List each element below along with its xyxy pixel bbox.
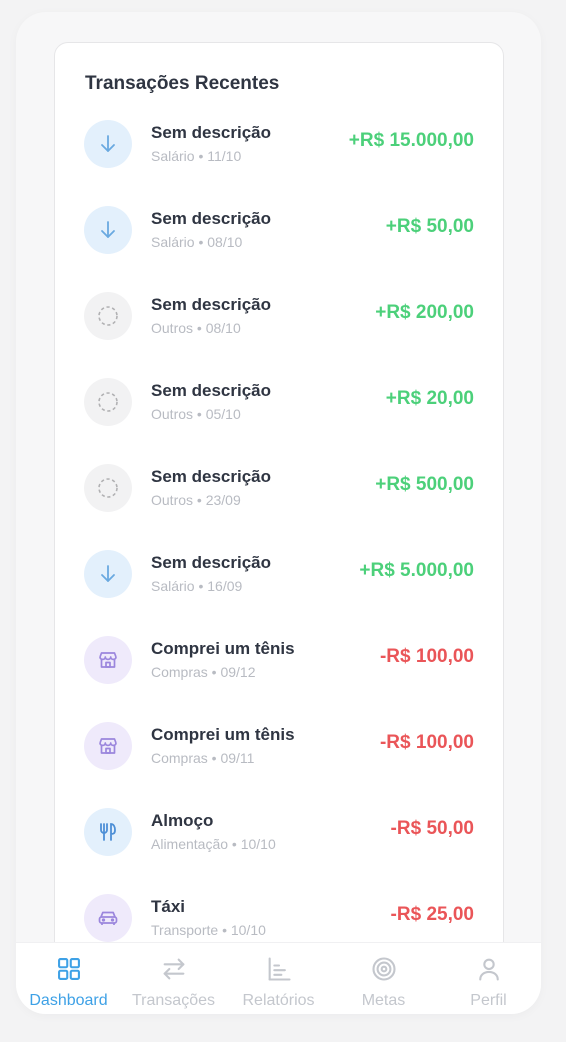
nav-item-transacoes[interactable]: Transações — [121, 943, 226, 1014]
nav-item-relatorios[interactable]: Relatórios — [226, 943, 331, 1014]
transfer-arrows-icon — [160, 955, 188, 988]
transaction-amount: +R$ 200,00 — [375, 302, 474, 323]
transaction-row[interactable]: Sem descrição Salário • 08/10 +R$ 50,00 — [55, 204, 503, 290]
store-icon — [84, 722, 132, 770]
app-screen: Transações Recentes Sem descrição Salário… — [16, 12, 541, 1014]
section-title: Transações Recentes — [85, 73, 280, 94]
transaction-row[interactable]: Comprei um tênis Compras • 09/12 -R$ 100,0… — [55, 634, 503, 720]
transaction-title: Sem descrição — [151, 123, 272, 142]
nav-item-dashboard[interactable]: Dashboard — [16, 943, 121, 1014]
transaction-subtitle: Salário • 08/10 — [151, 234, 243, 250]
transaction-amount: +R$ 50,00 — [385, 216, 474, 237]
nav-label: Perfil — [470, 992, 507, 1009]
target-icon — [370, 955, 398, 988]
nav-item-metas[interactable]: Metas — [331, 943, 436, 1014]
store-icon — [84, 636, 132, 684]
transaction-amount: +R$ 20,00 — [385, 388, 474, 409]
transaction-subtitle: Compras • 09/11 — [151, 750, 255, 766]
transaction-subtitle: Outros • 23/09 — [151, 492, 241, 508]
nav-item-perfil[interactable]: Perfil — [436, 943, 541, 1014]
transaction-subtitle: Transporte • 10/10 — [151, 922, 266, 938]
bar-chart-icon — [265, 955, 293, 988]
transaction-row[interactable]: Comprei um tênis Compras • 09/11 -R$ 100,0… — [55, 720, 503, 806]
transaction-title: Táxi — [151, 897, 186, 916]
recent-transactions-card: Transações Recentes Sem descrição Salário… — [54, 42, 504, 1014]
transaction-amount: +R$ 5.000,00 — [359, 560, 474, 581]
arrow-down-icon — [84, 206, 132, 254]
nav-label: Transações — [132, 992, 215, 1009]
transaction-list: Sem descrição Salário • 11/10 +R$ 15.000,0… — [55, 118, 503, 978]
transaction-amount: -R$ 25,00 — [390, 904, 474, 925]
arrow-down-icon — [84, 120, 132, 168]
nav-label: Metas — [361, 992, 406, 1009]
transaction-amount: -R$ 100,00 — [379, 732, 474, 753]
nav-label: Dashboard — [29, 992, 108, 1009]
transaction-row[interactable]: Sem descrição Outros • 23/09 +R$ 500,00 — [55, 462, 503, 548]
transaction-subtitle: Compras • 09/12 — [151, 664, 256, 680]
transaction-amount: +R$ 15.000,00 — [348, 130, 474, 151]
dashed-circle-icon — [84, 378, 132, 426]
transaction-amount: +R$ 500,00 — [375, 474, 474, 495]
transaction-row[interactable]: Sem descrição Salário • 11/10 +R$ 15.000,0… — [55, 118, 503, 204]
transaction-title: Sem descrição — [151, 381, 272, 400]
nav-label: Relatórios — [242, 992, 315, 1009]
transaction-subtitle: Salário • 16/09 — [151, 578, 243, 594]
transaction-amount: -R$ 50,00 — [390, 818, 474, 839]
dashed-circle-icon — [84, 464, 132, 512]
transaction-row[interactable]: Almoço Alimentação • 10/10 -R$ 50,00 — [55, 806, 503, 892]
user-icon — [475, 955, 503, 988]
transaction-title: Sem descrição — [151, 295, 272, 314]
transaction-row[interactable]: Sem descrição Outros • 08/10 +R$ 200,00 — [55, 290, 503, 376]
dashed-circle-icon — [84, 292, 132, 340]
transaction-row[interactable]: Sem descrição Salário • 16/09 +R$ 5.000,00 — [55, 548, 503, 634]
transaction-subtitle: Outros • 08/10 — [151, 320, 241, 336]
transaction-title: Sem descrição — [151, 209, 272, 228]
transaction-subtitle: Salário • 11/10 — [151, 148, 242, 164]
transaction-title: Sem descrição — [151, 553, 272, 572]
transaction-title: Almoço — [151, 811, 214, 830]
transaction-subtitle: Outros • 05/10 — [151, 406, 241, 422]
bottom-navigation: Dashboard Transações Relatórios Metas Perfil — [16, 942, 541, 1014]
transaction-row[interactable]: Sem descrição Outros • 05/10 +R$ 20,00 — [55, 376, 503, 462]
car-icon — [84, 894, 132, 942]
transaction-amount: -R$ 100,00 — [379, 646, 474, 667]
transaction-title: Comprei um tênis — [151, 725, 295, 744]
transaction-title: Sem descrição — [151, 467, 272, 486]
dashboard-grid-icon — [55, 955, 83, 988]
transaction-subtitle: Alimentação • 10/10 — [151, 836, 276, 852]
utensils-icon — [84, 808, 132, 856]
arrow-down-icon — [84, 550, 132, 598]
transaction-title: Comprei um tênis — [151, 639, 295, 658]
